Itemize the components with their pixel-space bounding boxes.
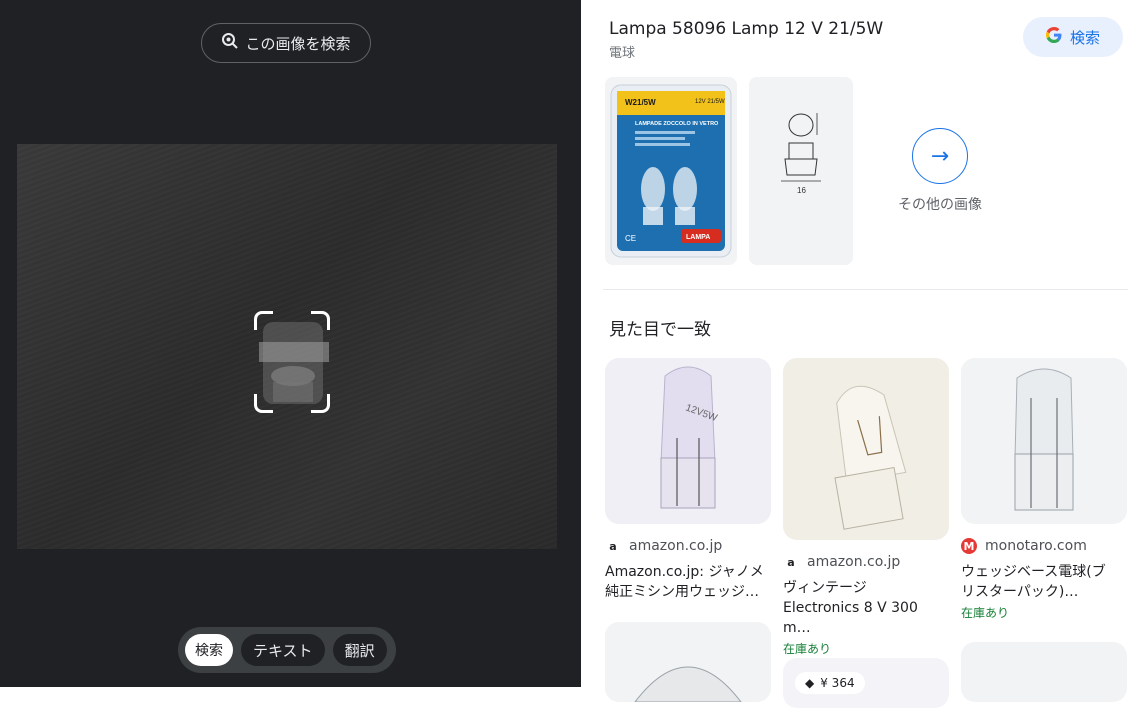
crop-handle-top-left[interactable] (254, 311, 273, 330)
google-search-button[interactable]: 検索 (1023, 17, 1123, 57)
result-image[interactable] (605, 622, 771, 702)
google-g-icon (1045, 27, 1062, 47)
result-stock-status: 在庫あり (783, 642, 832, 656)
more-images-label: その他の画像 (898, 197, 982, 213)
mode-translate-tab[interactable]: 翻訳 (332, 634, 387, 666)
package-heading: LAMPADE ZOCCOLO IN VETRO (635, 121, 719, 127)
result-title-line1: ウェッジベース電球(ブ (961, 564, 1106, 580)
result-image[interactable]: ◆ ¥ 364 (783, 658, 949, 708)
price-chip: ◆ ¥ 364 (795, 672, 865, 694)
image-viewer-panel: この画像を検索 検索 テキスト 翻訳 (0, 0, 581, 687)
result-title-line2: リスターパック)… (961, 584, 1079, 600)
result-image[interactable] (783, 358, 949, 540)
search-this-image-button[interactable]: この画像を検索 (201, 23, 371, 63)
crop-handle-top-right[interactable] (311, 311, 330, 330)
result-title-line1: Amazon.co.jp: ジャノメ (605, 564, 764, 580)
mode-text-tab[interactable]: テキスト (241, 634, 325, 666)
results-panel: Lampa 58096 Lamp 12 V 21/5W 電球 検索 W21/5W… (581, 0, 1143, 708)
result-source: amazon.co.jp (629, 538, 723, 554)
result-image[interactable] (961, 358, 1127, 524)
entity-subtitle: 電球 (609, 46, 636, 61)
crop-selection[interactable] (254, 311, 330, 413)
result-title-line1: ヴィンテージ (783, 580, 867, 596)
result-card[interactable]: a amazon.co.jp ヴィンテージ Electronics 8 V 30… (783, 358, 949, 657)
package-brand: LAMPA (686, 234, 710, 241)
amazon-favicon-icon: a (609, 539, 617, 553)
result-card[interactable]: M monotaro.com ウェッジベース電球(ブ リスターパック)… 在庫あ… (961, 358, 1127, 621)
section-divider (603, 289, 1128, 290)
tag-icon: ◆ (805, 676, 815, 690)
search-this-image-label: この画像を検索 (245, 34, 351, 53)
mode-search-tab[interactable]: 検索 (185, 634, 233, 666)
result-image[interactable]: 12V5W (605, 358, 771, 524)
result-image[interactable] (961, 642, 1127, 702)
monotaro-favicon-icon: M (961, 538, 977, 554)
result-source: monotaro.com (985, 538, 1087, 554)
crop-handle-bottom-left[interactable] (254, 394, 273, 413)
result-title-line2: Electronics 8 V 300 m… (783, 600, 918, 636)
result-card[interactable]: 12V5W a amazon.co.jp Amazon.co.jp: ジャノメ … (605, 358, 771, 602)
arrow-right-icon: → (912, 128, 968, 184)
visual-matches-heading: 見た目で一致 (609, 320, 711, 340)
price-chip-label: ¥ 364 (820, 676, 855, 690)
mode-switcher: 検索 テキスト 翻訳 (178, 627, 396, 673)
product-package-image[interactable]: W21/5W 12V 21/5W LAMPADE ZOCCOLO IN VETR… (605, 77, 737, 265)
crop-handle-bottom-right[interactable] (311, 394, 330, 413)
diagram-dimension: 16 (797, 186, 806, 195)
result-title-line2: 純正ミシン用ウェッジ… (605, 584, 759, 600)
package-ce-mark: CE (625, 234, 636, 243)
package-label-top: W21/5W (625, 98, 656, 107)
amazon-favicon-icon: a (787, 555, 795, 569)
bulb-diagram-image[interactable]: 16 (749, 77, 853, 265)
entity-title[interactable]: Lampa 58096 Lamp 12 V 21/5W (609, 19, 883, 39)
result-stock-status: 在庫あり (961, 606, 1010, 620)
more-images-link[interactable]: → その他の画像 (893, 128, 987, 214)
package-label-spec: 12V 21/5W (695, 99, 725, 105)
google-search-label: 検索 (1069, 28, 1100, 47)
result-source: amazon.co.jp (807, 554, 901, 570)
lens-search-icon (221, 32, 239, 54)
